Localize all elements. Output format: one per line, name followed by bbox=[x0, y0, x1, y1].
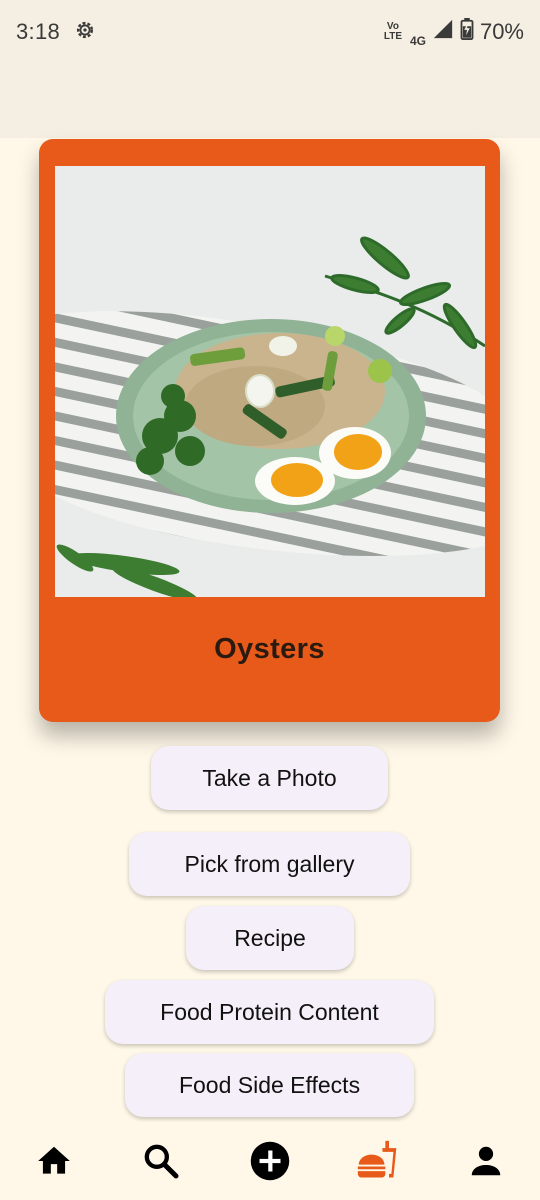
status-right: Vo LTE 4G 70% bbox=[382, 16, 524, 48]
status-left: 3:18 bbox=[16, 19, 96, 46]
nav-profile[interactable] bbox=[461, 1136, 511, 1186]
food-title: Oysters bbox=[214, 633, 325, 665]
volte-indicator: Vo LTE bbox=[383, 21, 403, 42]
signal-icon bbox=[432, 18, 454, 46]
status-time: 3:18 bbox=[16, 19, 61, 44]
pick-gallery-button[interactable]: Pick from gallery bbox=[129, 832, 410, 896]
food-photo bbox=[55, 166, 485, 597]
nav-search[interactable] bbox=[136, 1136, 186, 1186]
network-type: 4G bbox=[409, 34, 426, 48]
food-photo-illustration bbox=[55, 166, 485, 597]
recipe-button[interactable]: Recipe bbox=[186, 906, 354, 970]
nav-food[interactable] bbox=[353, 1136, 403, 1186]
food-card: Oysters bbox=[39, 139, 500, 722]
protein-content-button[interactable]: Food Protein Content bbox=[105, 980, 434, 1044]
app-bar bbox=[0, 64, 540, 138]
settings-gear-icon bbox=[74, 19, 96, 46]
bottom-navigation bbox=[0, 1122, 540, 1200]
take-photo-button[interactable]: Take a Photo bbox=[151, 746, 388, 810]
profile-icon bbox=[471, 1146, 501, 1176]
side-effects-button[interactable]: Food Side Effects bbox=[125, 1053, 414, 1117]
battery-icon bbox=[460, 18, 474, 46]
fastfood-icon bbox=[357, 1140, 397, 1178]
search-icon bbox=[144, 1144, 179, 1179]
nav-home[interactable] bbox=[29, 1136, 79, 1186]
status-bar: 3:18 Vo LTE 4G 70% bbox=[0, 0, 540, 64]
battery-percent: 70% bbox=[479, 19, 524, 44]
home-icon bbox=[38, 1146, 70, 1174]
add-circle-icon bbox=[250, 1141, 290, 1181]
nav-add[interactable] bbox=[245, 1136, 295, 1186]
